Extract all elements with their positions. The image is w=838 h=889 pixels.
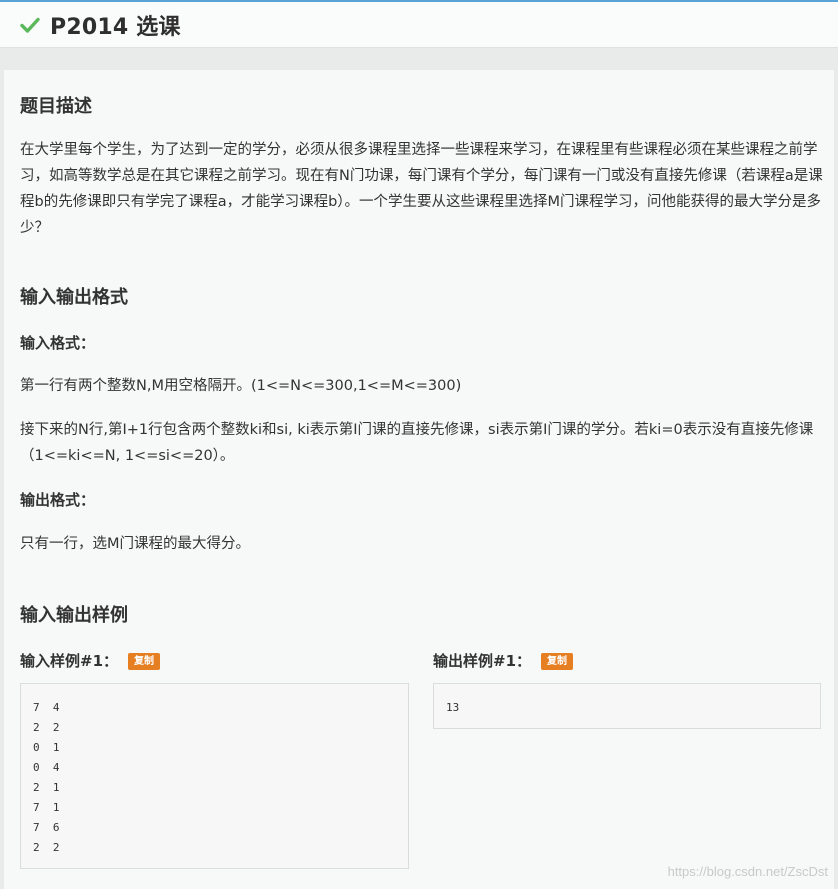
code-line: 7 1 <box>33 801 60 814</box>
input-sample-label: 输入样例#1： <box>20 652 119 670</box>
problem-card: 题目描述 在大学里每个学生，为了达到一定的学分，必须从很多课程里选择一些课程来学… <box>4 70 834 889</box>
input-format-line1: 第一行有两个整数N,M用空格隔开。(1<=N<=300,1<=M<=300) <box>20 378 462 394</box>
output-format-label: 输出格式： <box>20 491 96 509</box>
code-line: 2 2 <box>33 841 60 854</box>
copy-output-button[interactable]: 复制 <box>541 653 574 670</box>
problem-header: P2014 选课 <box>0 2 838 48</box>
output-sample-label-row: 输出样例#1： 复制 <box>433 650 574 671</box>
watermark: https://blog.csdn.net/ZscDst <box>667 864 828 879</box>
samples-heading: 输入输出样例 <box>20 605 128 626</box>
code-line: 7 4 <box>33 701 60 714</box>
code-line: 2 1 <box>33 781 60 794</box>
code-line: 0 1 <box>33 741 60 754</box>
page-title: P2014 选课 <box>50 14 181 40</box>
check-icon <box>20 17 40 33</box>
code-line: 7 6 <box>33 821 60 834</box>
code-line: 0 4 <box>33 761 60 774</box>
output-format-line: 只有一行，选M门课程的最大得分。 <box>20 536 251 552</box>
code-line: 13 <box>446 701 460 714</box>
input-sample-label-row: 输入样例#1： 复制 <box>20 650 161 671</box>
io-format-heading: 输入输出格式 <box>20 287 128 308</box>
input-format-label: 输入格式： <box>20 334 96 352</box>
input-sample-box[interactable]: 7 4 2 2 0 1 0 4 2 1 7 1 7 6 2 2 <box>20 683 409 869</box>
output-sample-label: 输出样例#1： <box>433 652 532 670</box>
description-text: 在大学里每个学生，为了达到一定的学分，必须从很多课程里选择一些课程来学习，在课程… <box>20 142 823 236</box>
copy-input-button[interactable]: 复制 <box>128 653 161 670</box>
code-line: 2 2 <box>33 721 60 734</box>
input-format-line2: 接下来的N行,第I+1行包含两个整数ki和si, ki表示第I门课的直接先修课，… <box>20 422 814 464</box>
description-heading: 题目描述 <box>20 96 92 117</box>
output-sample-box[interactable]: 13 <box>433 683 821 729</box>
